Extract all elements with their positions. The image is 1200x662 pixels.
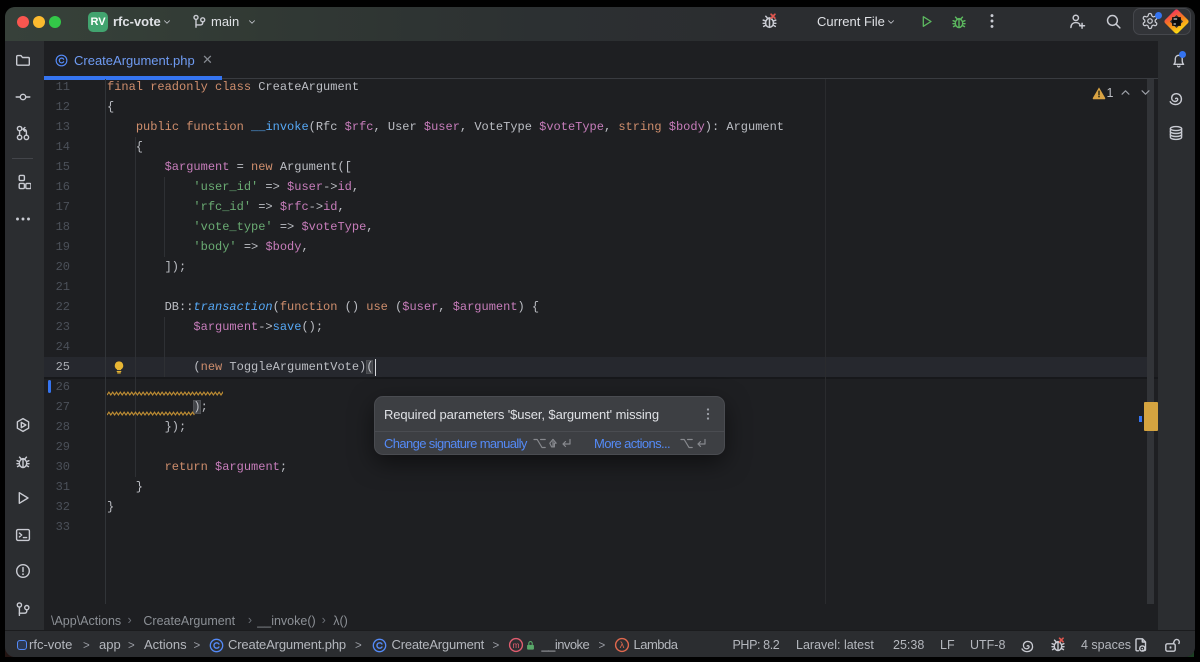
svg-text:λ: λ xyxy=(619,640,624,651)
svg-text:m: m xyxy=(512,640,519,650)
